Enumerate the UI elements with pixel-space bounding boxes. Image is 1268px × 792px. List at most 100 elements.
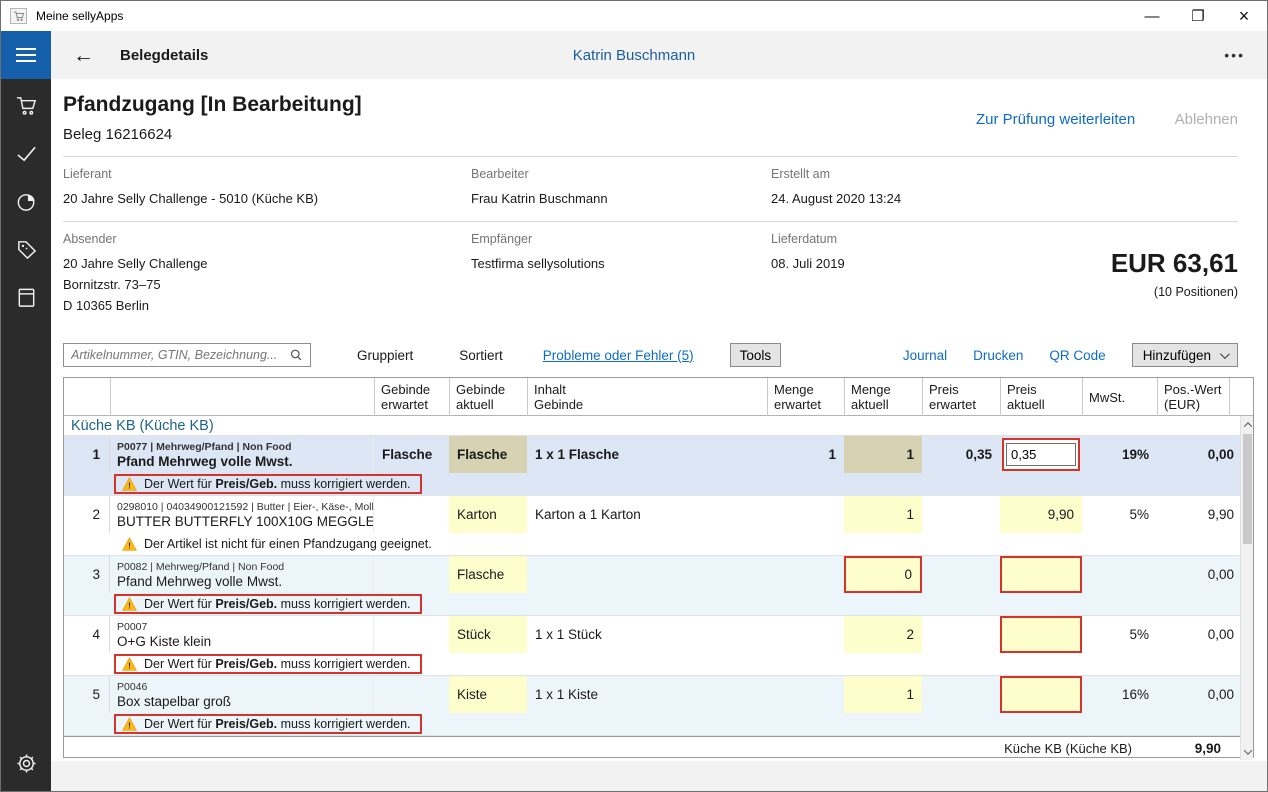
minimize-button[interactable]: —	[1129, 1, 1175, 31]
cell-menge-aktuell[interactable]: 1	[844, 676, 922, 713]
cell-gebinde-aktuell[interactable]: Stück	[449, 616, 527, 653]
warning-text: Der Wert für Preis/Geb. muss korrigiert …	[144, 717, 411, 731]
col-menge-erwartet[interactable]: Mengeerwartet	[767, 378, 844, 416]
table-row[interactable]: 1 P0077 | Mehrweg/Pfand | Non Food Pfand…	[64, 436, 1242, 473]
group-footer-label: Küche KB (Küche KB)	[64, 741, 1144, 756]
row-description[interactable]: P0077 | Mehrweg/Pfand | Non Food Pfand M…	[110, 436, 374, 473]
drucken-link[interactable]: Drucken	[973, 348, 1023, 363]
qr-code-link[interactable]: QR Code	[1049, 348, 1105, 363]
row-description[interactable]: P0007 O+G Kiste klein	[110, 616, 374, 653]
col-inhalt-gebinde[interactable]: InhaltGebinde	[527, 378, 767, 416]
tools-button[interactable]: Tools	[730, 343, 782, 367]
journal-link[interactable]: Journal	[903, 348, 947, 363]
back-arrow-icon[interactable]: ←	[73, 45, 94, 66]
warning-text: Der Artikel ist nicht für einen Pfandzug…	[144, 537, 432, 551]
warning-box: ! Der Artikel ist nicht für einen Pfandz…	[114, 534, 443, 554]
row-description[interactable]: P0082 | Mehrweg/Pfand | Non Food Pfand M…	[110, 556, 374, 593]
row-number: 2	[64, 496, 110, 533]
svg-text:!: !	[128, 721, 131, 730]
problems-errors-link[interactable]: Probleme oder Fehler (5)	[543, 348, 694, 363]
cell-inhalt: 1 x 1 Stück	[527, 616, 767, 653]
scrollbar-thumb[interactable]	[1243, 434, 1252, 544]
search-input[interactable]	[64, 345, 289, 365]
maximize-button[interactable]: ❐	[1175, 1, 1221, 31]
table-row[interactable]: 2 0298010 | 04034900121592 | Butter | Ei…	[64, 496, 1242, 533]
tag-icon[interactable]	[1, 225, 51, 273]
cell-mwst	[1082, 556, 1157, 593]
preis-aktuell-input[interactable]	[1006, 443, 1076, 466]
col-menge-aktuell[interactable]: Mengeaktuell	[844, 378, 922, 416]
cell-menge-aktuell[interactable]: 1	[844, 436, 922, 473]
forward-for-review-link[interactable]: Zur Prüfung weiterleiten	[976, 111, 1135, 128]
col-preis-erwartet[interactable]: Preiserwartet	[922, 378, 1000, 416]
warning-row: ! Der Wert für Preis/Geb. muss korrigier…	[64, 713, 1242, 736]
svg-text:!: !	[128, 601, 131, 610]
vertical-scrollbar[interactable]	[1240, 416, 1253, 760]
gear-icon[interactable]	[1, 739, 51, 787]
sortiert-toggle[interactable]: Sortiert	[459, 348, 503, 363]
cell-preis-erwartet	[922, 496, 1000, 533]
close-button[interactable]: ×	[1221, 1, 1267, 31]
items-toolbar: Gruppiert Sortiert Probleme oder Fehler …	[63, 342, 1238, 368]
table-row[interactable]: 3 P0082 | Mehrweg/Pfand | Non Food Pfand…	[64, 556, 1242, 593]
bottom-strip	[51, 761, 1268, 791]
cell-gebinde-aktuell[interactable]: Flasche	[449, 436, 527, 473]
chevron-down-icon	[1220, 349, 1230, 359]
warning-text: Der Wert für Preis/Geb. muss korrigiert …	[144, 657, 411, 671]
svg-text:!: !	[128, 661, 131, 670]
col-gebinde-aktuell[interactable]: Gebindeaktuell	[449, 378, 527, 416]
cell-preis-aktuell[interactable]	[1000, 436, 1082, 473]
cell-preis-aktuell[interactable]	[1000, 556, 1082, 593]
cell-gebinde-erwartet: Flasche	[374, 436, 449, 473]
hinzufuegen-dropdown[interactable]: Hinzufügen	[1132, 343, 1238, 367]
scroll-up-icon[interactable]	[1241, 417, 1254, 432]
app-header: ← Belegdetails Katrin Buschmann •••	[1, 31, 1267, 79]
positions-count: (10 Positionen)	[1046, 285, 1238, 299]
app-window: Meine sellyApps — ❐ × ← Belegdetails Kat…	[0, 0, 1268, 792]
book-icon[interactable]	[1, 273, 51, 321]
cell-menge-aktuell[interactable]: 0	[844, 556, 922, 593]
erstellt-value: 24. August 2020 13:24	[771, 188, 1046, 209]
reject-link[interactable]: Ablehnen	[1175, 111, 1238, 128]
search-box[interactable]	[63, 343, 311, 367]
row-description[interactable]: P0046 Box stapelbar groß	[110, 676, 374, 713]
col-preis-aktuell[interactable]: Preisaktuell	[1000, 378, 1082, 416]
col-gebinde-erwartet[interactable]: Gebindeerwartet	[374, 378, 449, 416]
cell-gebinde-aktuell[interactable]: Karton	[449, 496, 527, 533]
cell-gebinde-erwartet	[374, 496, 449, 533]
table-row[interactable]: 4 P0007 O+G Kiste klein Stück 1 x 1 Stüc…	[64, 616, 1242, 653]
article-meta: P0082 | Mehrweg/Pfand | Non Food	[117, 561, 284, 573]
more-options-icon[interactable]: •••	[1224, 47, 1245, 63]
cell-inhalt: 1 x 1 Flasche	[527, 436, 767, 473]
pie-chart-icon[interactable]	[1, 177, 51, 225]
group-footer: Küche KB (Küche KB) 9,90	[64, 736, 1242, 760]
article-name: Pfand Mehrweg volle Mwst.	[117, 454, 293, 469]
cell-menge-erwartet	[767, 556, 844, 593]
cell-menge-aktuell[interactable]: 2	[844, 616, 922, 653]
scroll-down-icon[interactable]	[1241, 744, 1254, 759]
window-titlebar: Meine sellyApps — ❐ ×	[1, 1, 1267, 31]
article-meta: 0298010 | 04034900121592 | Butter | Eier…	[117, 501, 374, 513]
col-pos-wert[interactable]: Pos.-Wert(EUR)	[1157, 378, 1229, 416]
cart-icon[interactable]	[1, 81, 51, 129]
check-icon[interactable]	[1, 129, 51, 177]
cell-mwst: 16%	[1082, 676, 1157, 713]
table-row[interactable]: 5 P0046 Box stapelbar groß Kiste 1 x 1 K…	[64, 676, 1242, 713]
article-meta: P0077 | Mehrweg/Pfand | Non Food	[117, 441, 291, 453]
app-cart-icon	[10, 8, 27, 24]
page-title: Belegdetails	[120, 47, 208, 64]
col-mwst[interactable]: MwSt.	[1082, 378, 1157, 416]
hamburger-menu-icon[interactable]	[1, 31, 51, 79]
document-total: EUR 63,61	[1046, 248, 1238, 279]
cell-menge-aktuell[interactable]: 1	[844, 496, 922, 533]
cell-mwst: 5%	[1082, 496, 1157, 533]
cell-preis-aktuell[interactable]	[1000, 616, 1082, 653]
gruppiert-toggle[interactable]: Gruppiert	[357, 348, 413, 363]
cell-gebinde-aktuell[interactable]: Flasche	[449, 556, 527, 593]
empfaenger-value: Testfirma sellysolutions	[471, 253, 771, 274]
cell-preis-aktuell[interactable]: 9,90	[1000, 496, 1082, 533]
article-name: Box stapelbar groß	[117, 694, 231, 709]
row-description[interactable]: 0298010 | 04034900121592 | Butter | Eier…	[110, 496, 374, 533]
cell-preis-aktuell[interactable]	[1000, 676, 1082, 713]
cell-gebinde-aktuell[interactable]: Kiste	[449, 676, 527, 713]
